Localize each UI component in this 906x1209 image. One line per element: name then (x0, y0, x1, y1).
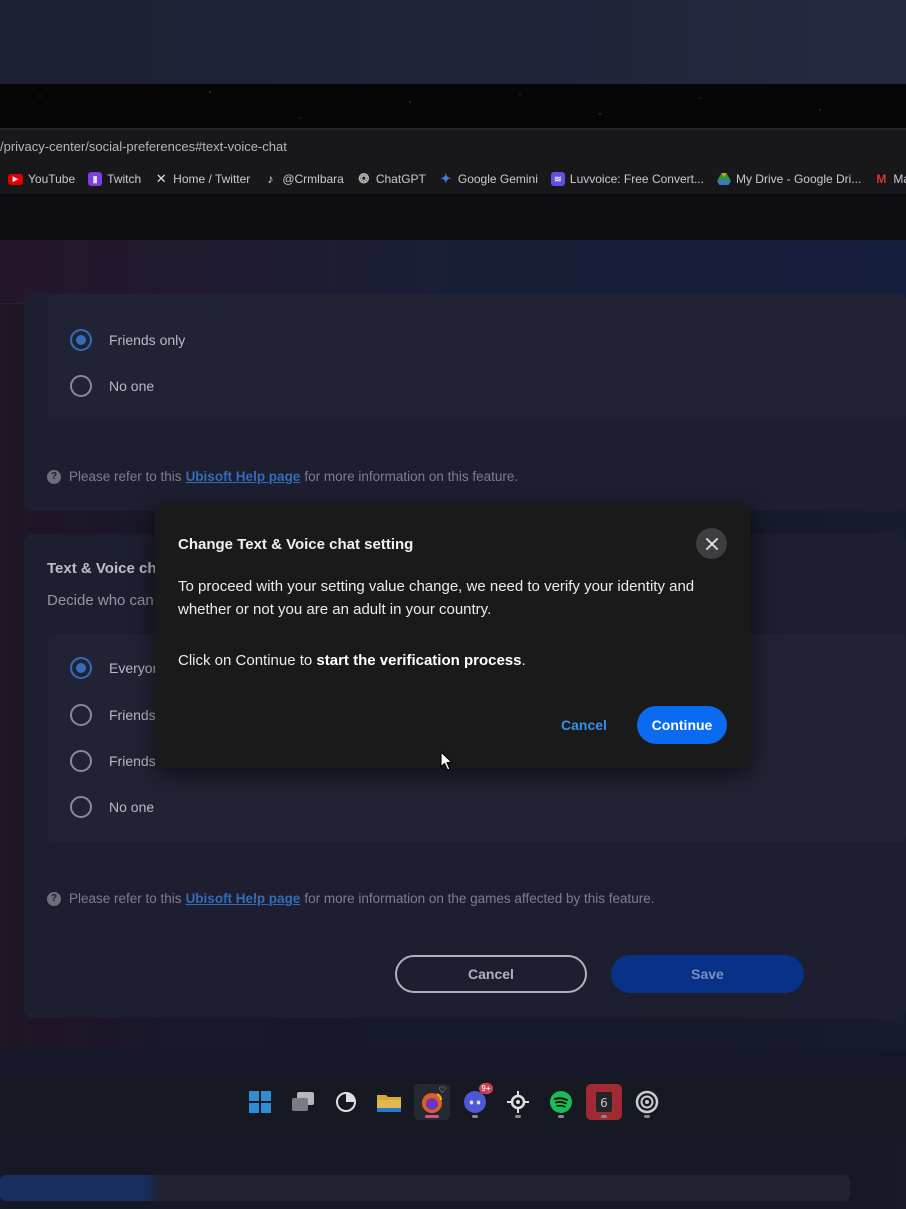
continue-button[interactable]: Continue (637, 706, 727, 744)
dialog-title: Change Text & Voice chat setting (178, 536, 414, 553)
dialog-message: To proceed with your setting value chang… (178, 578, 695, 618)
dialog-cancel-button[interactable]: Cancel (550, 709, 618, 741)
mouse-cursor-icon (440, 751, 453, 771)
close-button[interactable] (696, 528, 727, 559)
close-icon (705, 537, 718, 550)
verification-dialog: Change Text & Voice chat setting To proc… (155, 505, 751, 768)
dialog-instruction: Click on Continue to start the verificat… (178, 652, 526, 669)
